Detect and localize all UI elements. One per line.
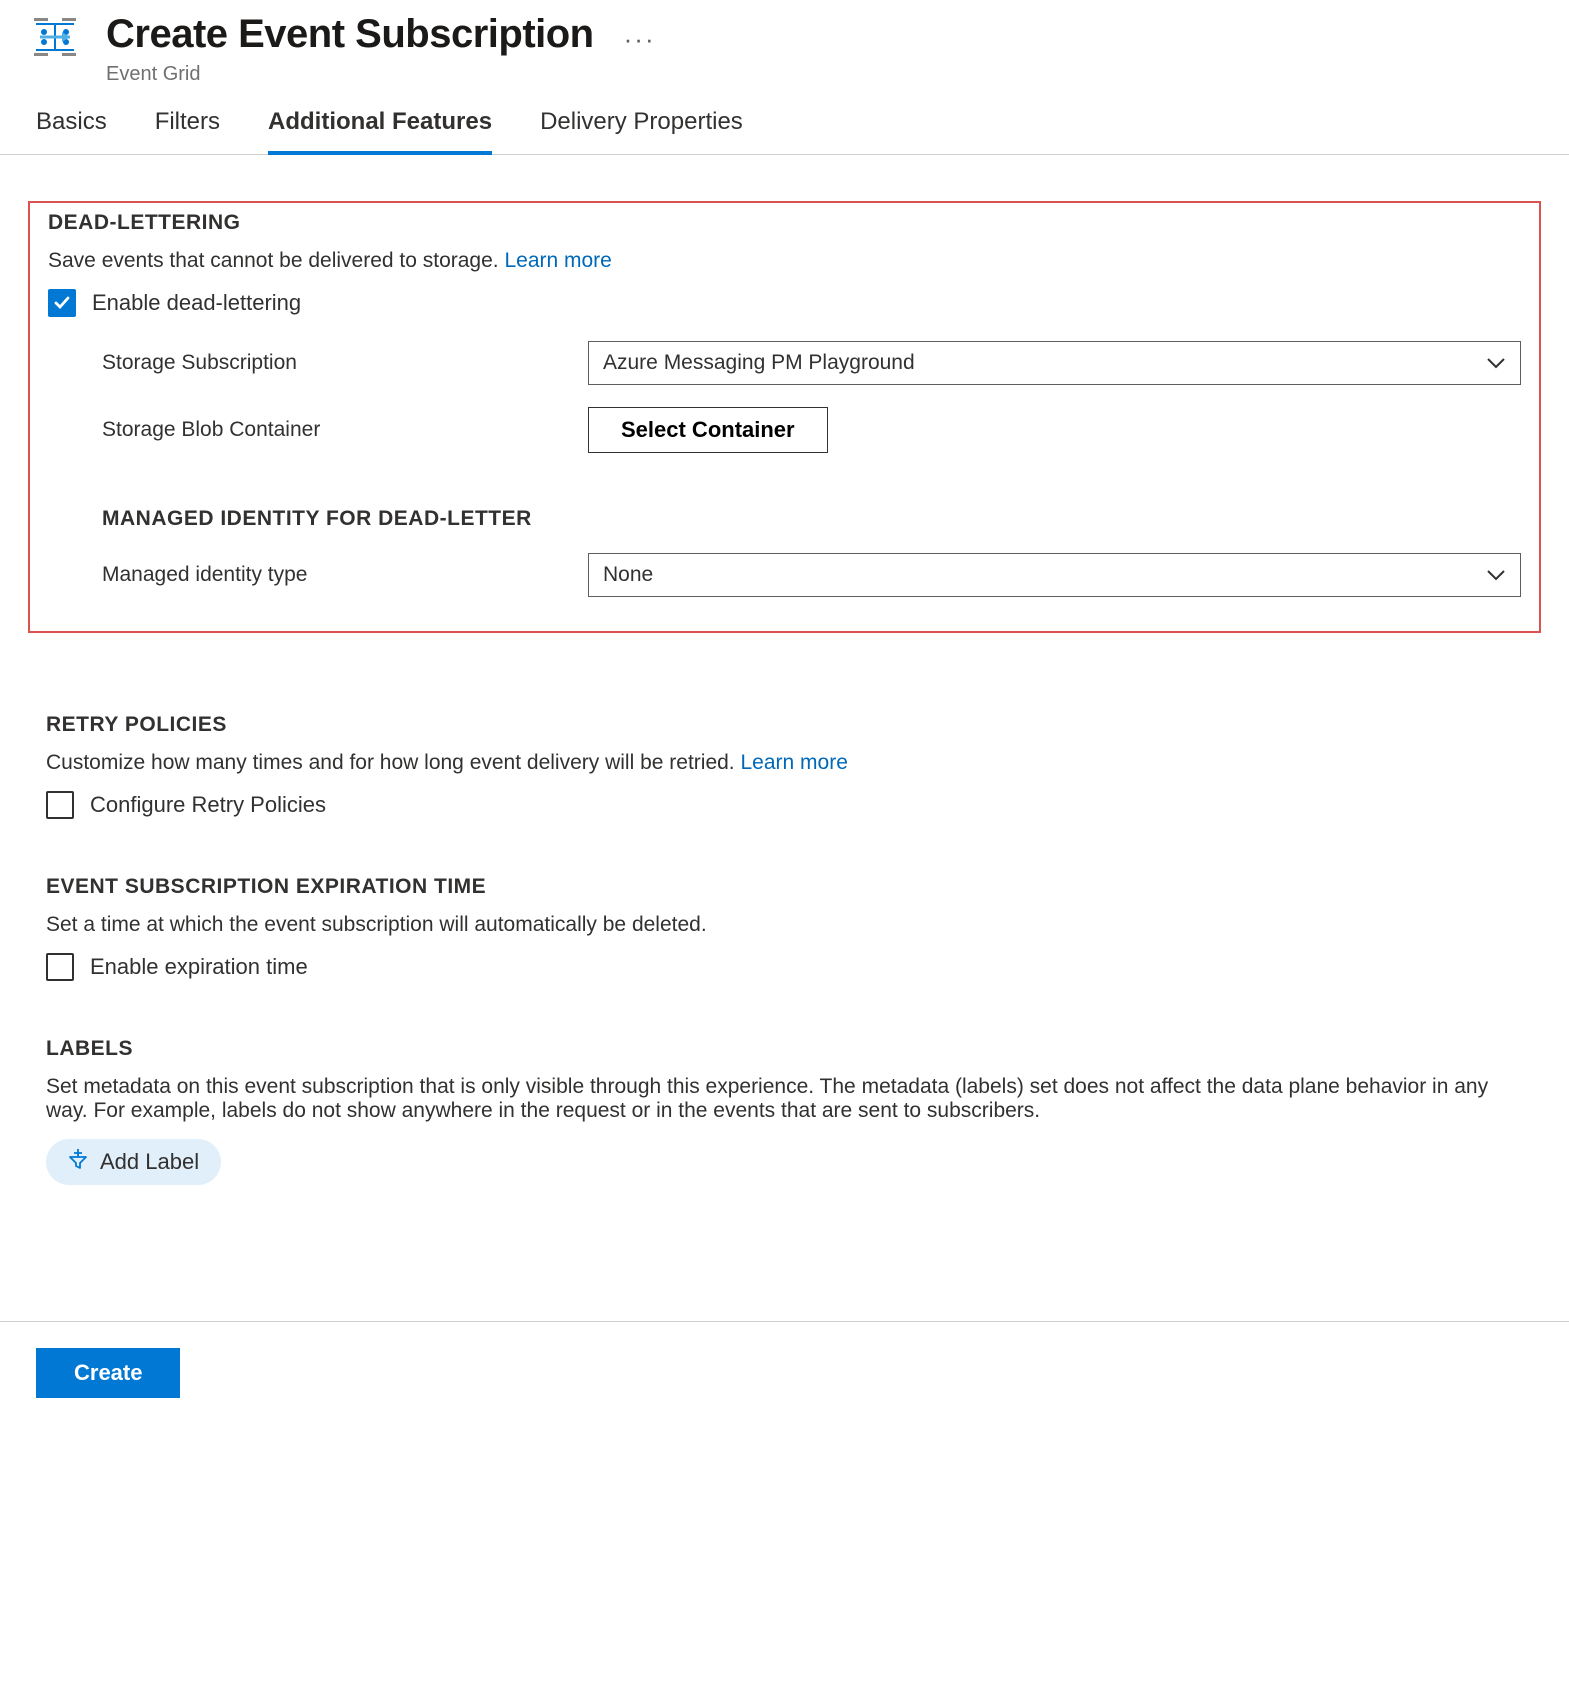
add-filter-icon: [68, 1149, 88, 1175]
managed-identity-type-label: Managed identity type: [48, 563, 588, 587]
enable-dead-lettering-label: Enable dead-lettering: [92, 290, 301, 316]
managed-identity-type-value: None: [603, 563, 653, 587]
dead-lettering-section: DEAD-LETTERING Save events that cannot b…: [28, 201, 1541, 633]
select-container-button[interactable]: Select Container: [588, 407, 828, 453]
event-grid-icon: [30, 12, 80, 62]
storage-subscription-label: Storage Subscription: [48, 351, 588, 375]
chevron-down-icon: [1486, 564, 1506, 587]
tab-basics[interactable]: Basics: [36, 108, 107, 154]
retry-policies-learn-link[interactable]: Learn more: [740, 751, 847, 774]
create-button[interactable]: Create: [36, 1348, 180, 1398]
dead-lettering-title: DEAD-LETTERING: [48, 211, 1521, 235]
chevron-down-icon: [1486, 352, 1506, 375]
dead-lettering-desc-text: Save events that cannot be delivered to …: [48, 249, 504, 272]
more-icon[interactable]: ···: [624, 26, 656, 52]
expiration-desc: Set a time at which the event subscripti…: [46, 913, 1523, 937]
storage-blob-container-label: Storage Blob Container: [48, 418, 588, 442]
retry-policies-desc-text: Customize how many times and for how lon…: [46, 751, 740, 774]
retry-policies-section: RETRY POLICIES Customize how many times …: [28, 713, 1541, 819]
retry-policies-desc: Customize how many times and for how lon…: [46, 751, 1523, 775]
tab-bar: Basics Filters Additional Features Deliv…: [0, 96, 1569, 155]
add-label-button[interactable]: Add Label: [46, 1139, 221, 1185]
expiration-title: EVENT SUBSCRIPTION EXPIRATION TIME: [46, 875, 1523, 899]
page-title: Create Event Subscription: [106, 12, 594, 57]
configure-retry-label: Configure Retry Policies: [90, 792, 326, 818]
configure-retry-checkbox[interactable]: [46, 791, 74, 819]
page-subtitle: Event Grid: [106, 63, 594, 86]
enable-expiration-checkbox[interactable]: [46, 953, 74, 981]
tab-additional-features[interactable]: Additional Features: [268, 108, 492, 154]
managed-identity-title: MANAGED IDENTITY FOR DEAD-LETTER: [102, 507, 1521, 531]
labels-title: LABELS: [46, 1037, 1523, 1061]
labels-desc: Set metadata on this event subscription …: [46, 1075, 1523, 1123]
retry-policies-title: RETRY POLICIES: [46, 713, 1523, 737]
footer: Create: [0, 1321, 1569, 1424]
storage-subscription-dropdown[interactable]: Azure Messaging PM Playground: [588, 341, 1521, 385]
dead-lettering-desc: Save events that cannot be delivered to …: [48, 249, 1521, 273]
expiration-section: EVENT SUBSCRIPTION EXPIRATION TIME Set a…: [28, 875, 1541, 981]
tab-filters[interactable]: Filters: [155, 108, 220, 154]
tab-delivery-properties[interactable]: Delivery Properties: [540, 108, 743, 154]
dead-lettering-learn-link[interactable]: Learn more: [504, 249, 611, 272]
enable-expiration-label: Enable expiration time: [90, 954, 308, 980]
storage-subscription-value: Azure Messaging PM Playground: [603, 351, 915, 375]
labels-section: LABELS Set metadata on this event subscr…: [28, 1037, 1541, 1185]
add-label-text: Add Label: [100, 1149, 199, 1175]
enable-dead-lettering-checkbox[interactable]: [48, 289, 76, 317]
managed-identity-type-dropdown[interactable]: None: [588, 553, 1521, 597]
